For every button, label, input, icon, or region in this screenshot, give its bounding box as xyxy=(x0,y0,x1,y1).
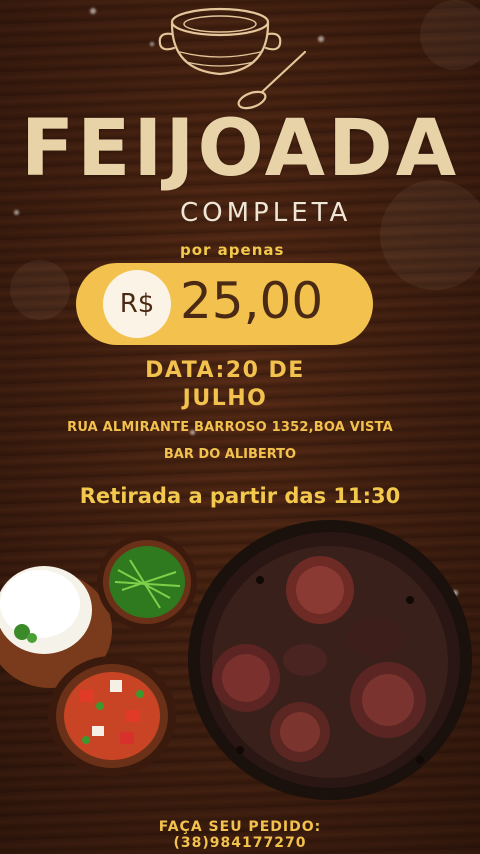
sparkle xyxy=(90,8,96,14)
price-value: 25,00 xyxy=(180,272,324,330)
phone-number[interactable]: (38)984177270 xyxy=(0,835,480,851)
order-label: FAÇA SEU PEDIDO: xyxy=(158,819,322,835)
sparkle xyxy=(14,210,19,215)
pickup-time: Retirada a partir das 11:30 xyxy=(79,484,401,508)
date-line-2: JULHO xyxy=(182,386,268,411)
spoon-icon xyxy=(237,50,307,110)
poster-title: FEIJOADA xyxy=(20,104,460,194)
currency-circle: R$ xyxy=(103,270,171,338)
event-date: DATA:20 DE JULHO xyxy=(100,357,350,413)
venue-name: BAR DO ALIBERTO xyxy=(163,447,297,462)
bokeh-light xyxy=(10,260,70,320)
currency-symbol: R$ xyxy=(119,289,155,319)
salsa-bowl xyxy=(48,656,176,776)
price-prefix: por apenas xyxy=(180,241,285,259)
herb-bowl xyxy=(97,534,197,630)
address: RUA ALMIRANTE BARROSO 1352,BOA VISTA xyxy=(67,420,393,435)
poster-subtitle: COMPLETA xyxy=(180,198,352,228)
feijoada-pot xyxy=(188,520,472,800)
food-photo xyxy=(0,520,472,800)
date-line-1: DATA:20 DE xyxy=(145,358,305,383)
feijoada-poster: FEIJOADA COMPLETA por apenas R$ 25,00 DA… xyxy=(0,0,480,854)
bokeh-light xyxy=(380,180,480,290)
soup-pot-icon xyxy=(158,7,307,110)
bokeh-light xyxy=(420,0,480,70)
